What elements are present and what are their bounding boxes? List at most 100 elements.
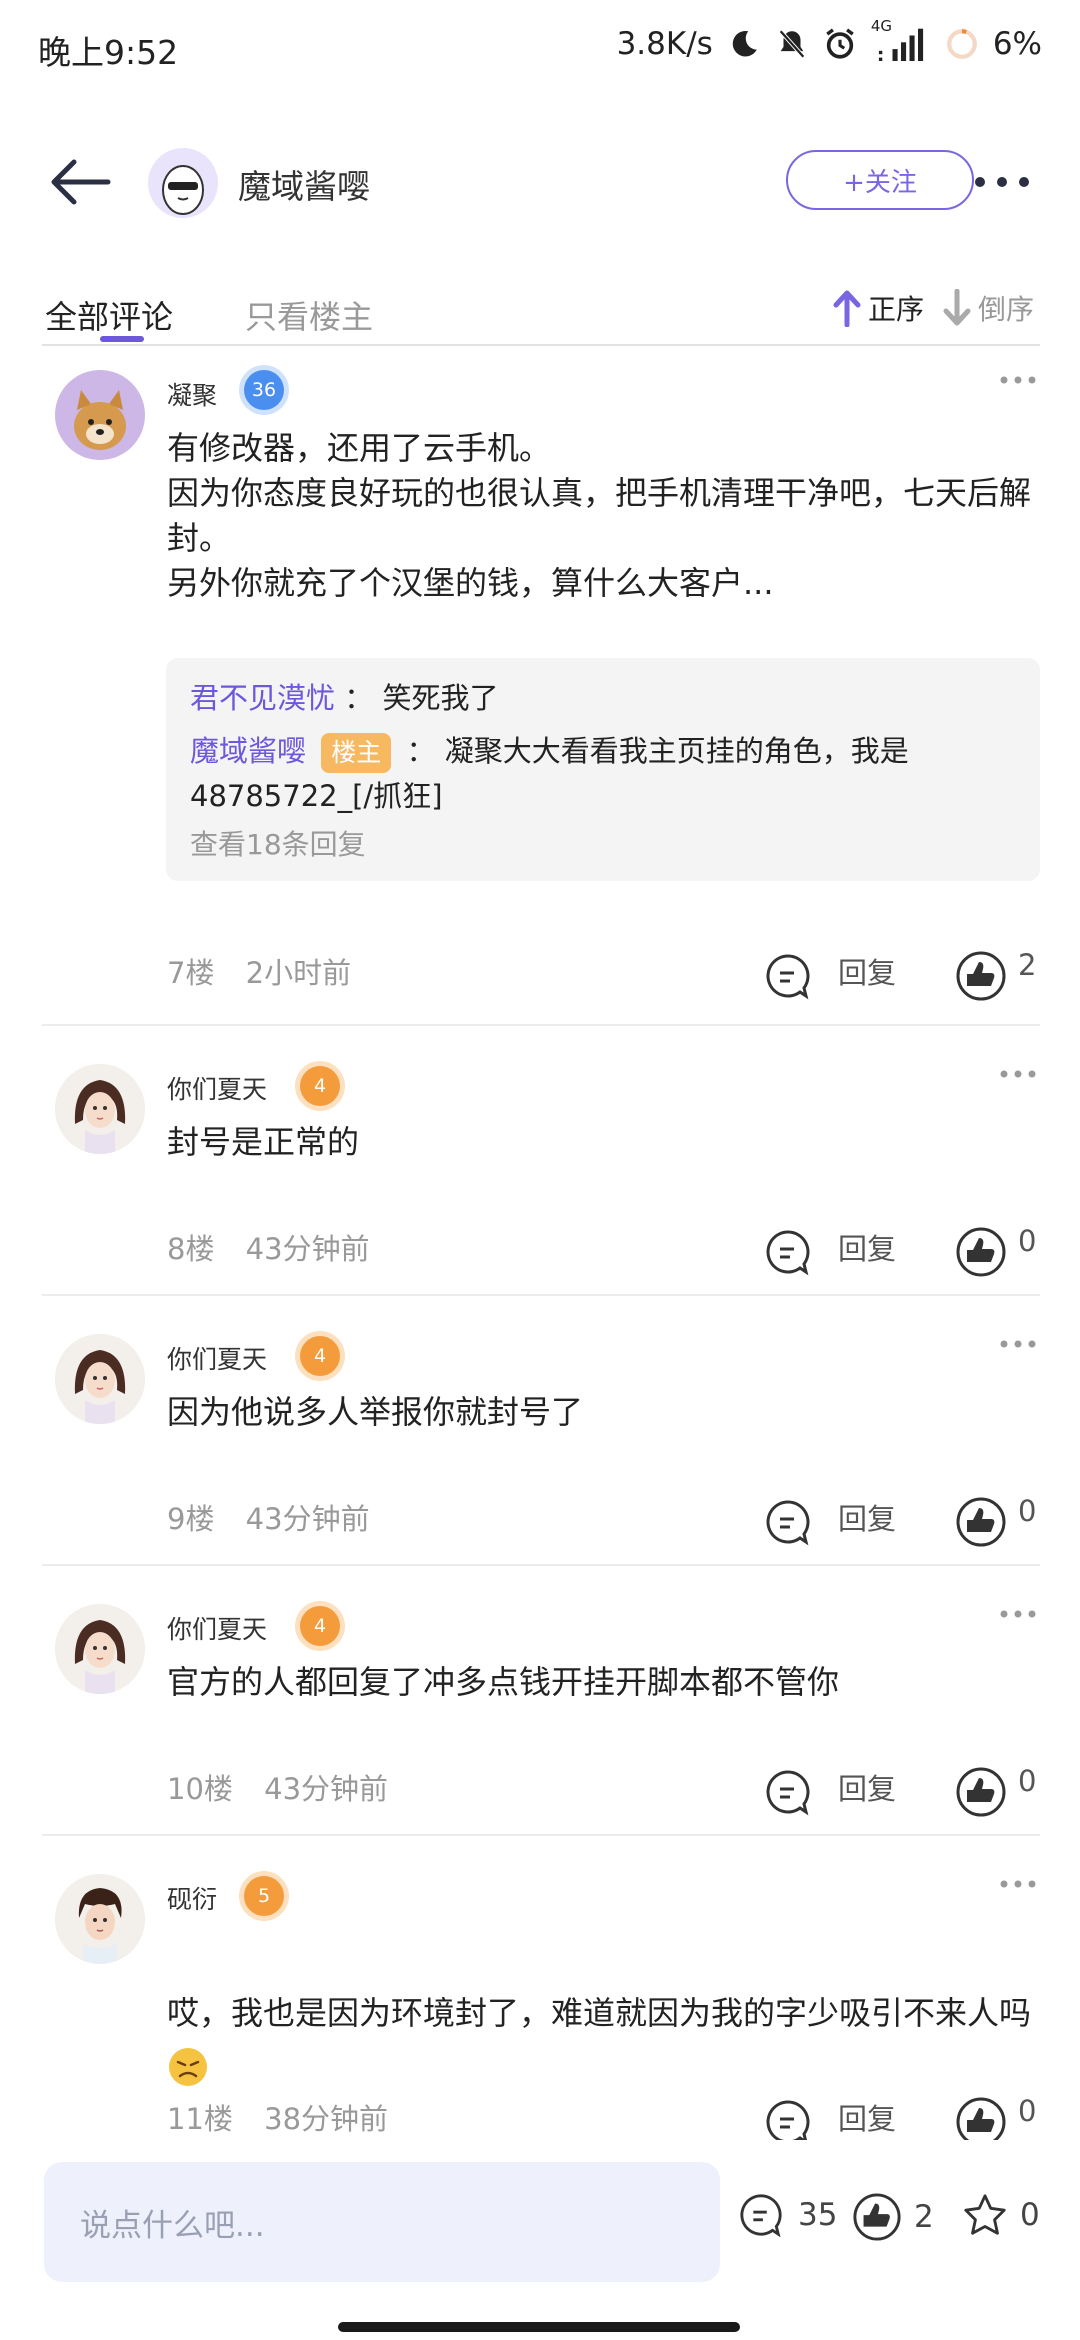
top-bar: 魔域酱嘤 +关注: [0, 140, 1080, 224]
battery-percent: 6%: [992, 26, 1042, 62]
level-badge: 36: [244, 370, 284, 410]
reply-username[interactable]: 魔域酱嘤: [190, 734, 306, 768]
like-icon[interactable]: [955, 1496, 1007, 1548]
home-indicator[interactable]: [338, 2322, 740, 2332]
user-avatar[interactable]: [55, 1874, 145, 1964]
alarm-icon: [826, 28, 854, 59]
status-bar: 晚上9:52 3.8K/s 4G 6%: [0, 0, 1080, 96]
mute-bell-icon: [778, 29, 805, 59]
reply-icon[interactable]: [764, 952, 812, 1000]
comment-item: 你们夏天 4 封号是正常的 8楼 43分钟前 回复 0: [0, 1044, 1080, 1292]
sort-ascending-button[interactable]: 正序: [832, 288, 924, 328]
status-icons: 3.8K/s 4G 6%: [616, 17, 1042, 62]
more-options-icon[interactable]: [970, 164, 1034, 200]
level-badge: 4: [300, 1336, 340, 1376]
username[interactable]: 你们夏天: [167, 1070, 267, 1106]
comments-count-button[interactable]: 35: [738, 2192, 837, 2238]
user-avatar[interactable]: [55, 1064, 145, 1154]
like-icon[interactable]: [955, 1766, 1007, 1818]
comment-more-icon[interactable]: [998, 1878, 1038, 1890]
comment-divider: [42, 1294, 1040, 1296]
like-icon[interactable]: [955, 1226, 1007, 1278]
comment-item: 你们夏天 4 因为他说多人举报你就封号了 9楼 43分钟前 回复 0: [0, 1314, 1080, 1562]
star-icon: [964, 2194, 1006, 2235]
like-post-button[interactable]: 2: [852, 2192, 934, 2242]
username[interactable]: 凝聚: [167, 376, 217, 412]
frustrated-emoji-icon: [169, 2048, 207, 2086]
comment-meta: 11楼 38分钟前: [167, 2096, 410, 2138]
comment-divider: [42, 1564, 1040, 1566]
comment-time: 43分钟前: [264, 1772, 389, 1806]
like-count: 0: [1018, 2094, 1037, 2128]
like-count: 0: [1018, 1764, 1037, 1798]
reply-button[interactable]: 回复: [838, 1226, 896, 1268]
arrow-up-icon: [833, 290, 861, 327]
comment-meta: 8楼 43分钟前: [167, 1226, 392, 1268]
sort-descending-button[interactable]: 倒序: [942, 288, 1034, 328]
comment-icon: [740, 2194, 782, 2238]
reply-line: 魔域酱嘤 楼主 ： 凝聚大大看看我主页挂的角色，我是48785722_[/抓狂]: [190, 733, 909, 813]
moon-icon: [732, 30, 757, 57]
floor-number: 7楼: [167, 956, 215, 990]
comment-meta: 9楼 43分钟前: [167, 1496, 392, 1538]
like-icon: [853, 2193, 901, 2241]
username[interactable]: 你们夏天: [167, 1610, 267, 1646]
tab-all-comments[interactable]: 全部评论: [45, 292, 173, 338]
tabs-divider: [42, 344, 1040, 346]
comment-more-icon[interactable]: [998, 374, 1038, 386]
comment-time: 43分钟前: [245, 1232, 370, 1266]
comment-divider: [42, 1024, 1040, 1026]
reply-button[interactable]: 回复: [838, 1766, 896, 1808]
like-count: 0: [1018, 1494, 1037, 1528]
page-title: 魔域酱嘤: [238, 167, 370, 206]
reply-preview[interactable]: 君不见漠忧 ： 笑死我了 魔域酱嘤 楼主 ： 凝聚大大看看我主页挂的角色，我是4…: [166, 658, 1040, 881]
favorite-button[interactable]: 0: [962, 2192, 1040, 2238]
comment-item: 凝聚 36 有修改器，还用了云手机。 因为你态度良好玩的也很认真，把手机清理干净…: [0, 360, 1080, 1020]
arrow-down-icon: [943, 289, 971, 326]
sort-descending-label: 倒序: [978, 293, 1035, 326]
like-icon[interactable]: [955, 950, 1007, 1002]
comment-item: 砚衍 5 哎，我也是因为环境封了，难道就因为我的字少吸引不来人吗 11楼 38分…: [0, 1854, 1080, 2144]
floor-number: 11楼: [167, 2102, 233, 2136]
user-avatar[interactable]: [55, 370, 145, 460]
reply-button[interactable]: 回复: [838, 2096, 896, 2138]
reply-username[interactable]: 君不见漠忧: [190, 681, 335, 715]
floor-number: 10楼: [167, 1772, 233, 1806]
comment-item: 你们夏天 4 官方的人都回复了冲多点钱开挂开脚本都不管你 10楼 43分钟前 回…: [0, 1584, 1080, 1832]
comment-meta: 7楼 2小时前: [167, 950, 373, 992]
floor-number: 9楼: [167, 1502, 215, 1536]
comment-more-icon[interactable]: [998, 1338, 1038, 1350]
comment-more-icon[interactable]: [998, 1068, 1038, 1080]
comment-meta: 10楼 43分钟前: [167, 1766, 410, 1808]
reply-button[interactable]: 回复: [838, 1496, 896, 1538]
comment-time: 43分钟前: [245, 1502, 370, 1536]
username[interactable]: 砚衍: [167, 1880, 217, 1916]
reply-button[interactable]: 回复: [838, 950, 896, 992]
reply-icon[interactable]: [764, 1228, 812, 1276]
back-arrow-icon[interactable]: [48, 156, 112, 208]
comment-text-content: 哎，我也是因为环境封了，难道就因为我的字少吸引不来人吗: [167, 1994, 1032, 2032]
tab-owner-only[interactable]: 只看楼主: [245, 292, 373, 338]
signal-icon: 4G: [871, 17, 931, 61]
username[interactable]: 你们夏天: [167, 1340, 267, 1376]
reply-icon[interactable]: [764, 1498, 812, 1546]
reply-line: 君不见漠忧 ： 笑死我了: [190, 681, 499, 715]
comment-time: 38分钟前: [264, 2102, 389, 2136]
view-more-replies-link[interactable]: 查看18条回复: [190, 823, 1016, 863]
user-avatar[interactable]: [55, 1334, 145, 1424]
network-speed: 3.8K/s: [616, 26, 713, 62]
reply-text: 笑死我了: [382, 681, 499, 715]
like-icon[interactable]: [955, 2096, 1007, 2144]
reply-icon[interactable]: [764, 2098, 812, 2144]
comment-text: 因为他说多人举报你就封号了: [167, 1393, 584, 1431]
reply-icon[interactable]: [764, 1768, 812, 1816]
author-avatar[interactable]: [148, 148, 218, 218]
user-avatar[interactable]: [55, 1604, 145, 1694]
comment-more-icon[interactable]: [998, 1608, 1038, 1620]
level-badge: 4: [300, 1066, 340, 1106]
comment-divider: [42, 1834, 1040, 1836]
follow-button[interactable]: +关注: [786, 150, 974, 210]
comment-input[interactable]: 说点什么吧...: [44, 2162, 720, 2282]
like-count: 2: [1018, 948, 1037, 982]
like-count: 0: [1018, 1224, 1037, 1258]
